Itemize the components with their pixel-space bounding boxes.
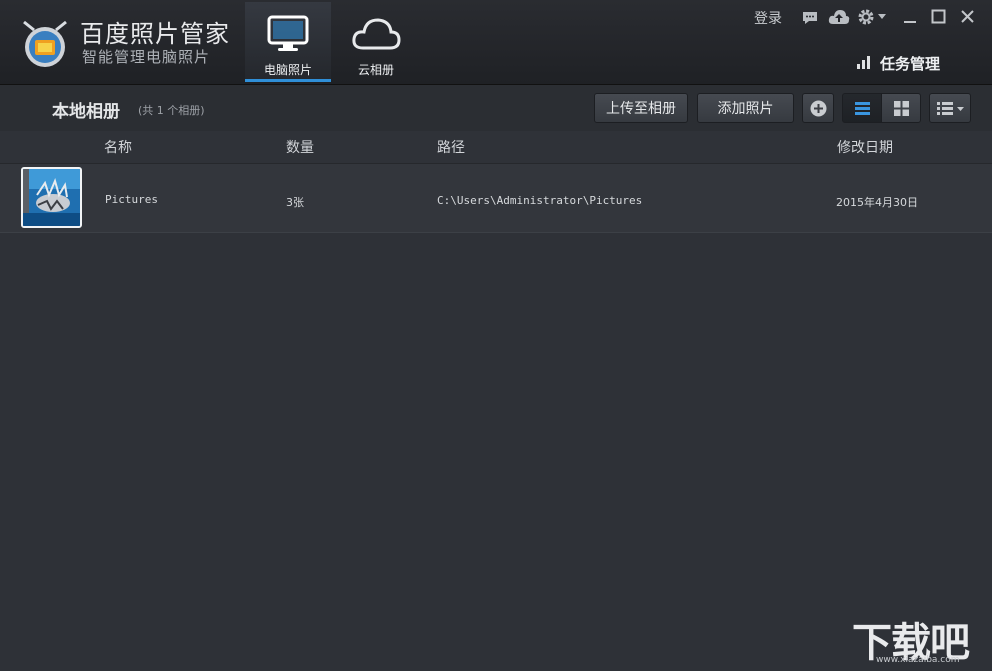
watermark-url: www.xiazaiba.com	[876, 655, 960, 665]
table-row[interactable]: Pictures 3张 C:\Users\Administrator\Pictu…	[0, 164, 992, 233]
plus-circle-icon	[810, 100, 827, 117]
album-thumbnail[interactable]	[21, 167, 82, 228]
maximize-icon[interactable]	[931, 9, 946, 24]
album-name: Pictures	[105, 193, 158, 206]
section-title: 本地相册	[52, 102, 120, 122]
album-toolbar: 本地相册 (共 1 个相册) 上传至相册 添加照片	[0, 85, 992, 131]
table-header: 名称 数量 路径 修改日期	[0, 131, 992, 164]
login-link[interactable]: 登录	[754, 8, 782, 28]
fish-photo-icon	[23, 169, 80, 226]
modified-date: 2015年4月30日	[836, 196, 918, 209]
tab-cloud-album[interactable]: 云相册	[333, 2, 419, 82]
column-header-path[interactable]: 路径	[437, 137, 465, 157]
close-icon[interactable]	[960, 9, 975, 24]
signal-bars-icon	[857, 56, 870, 69]
album-count: (共 1 个相册)	[138, 104, 205, 117]
tab-label: 云相册	[357, 63, 394, 77]
view-options-dropdown[interactable]	[929, 93, 971, 123]
task-manager-link[interactable]: 任务管理	[880, 53, 940, 74]
photo-count: 3张	[286, 196, 304, 209]
app-logo-icon	[23, 20, 67, 67]
app-title: 百度照片管家	[80, 20, 230, 48]
menu-dropdown-icon	[937, 102, 964, 115]
add-album-button[interactable]	[802, 93, 834, 123]
album-path: C:\Users\Administrator\Pictures	[437, 194, 643, 207]
minimize-icon[interactable]	[903, 10, 917, 24]
upload-to-album-button[interactable]: 上传至相册	[594, 93, 688, 123]
list-view-icon	[855, 102, 870, 115]
add-photo-button[interactable]: 添加照片	[697, 93, 794, 123]
app-subtitle: 智能管理电脑照片	[82, 48, 211, 66]
title-bar: 百度照片管家 智能管理电脑照片 电脑照片 云相册 登录 任务管理	[0, 0, 992, 85]
tab-label: 电脑照片	[263, 63, 312, 77]
message-icon[interactable]	[801, 10, 819, 26]
chevron-down-icon[interactable]	[878, 14, 886, 20]
monitor-icon	[267, 15, 309, 51]
cloud-icon	[352, 18, 401, 50]
gear-icon[interactable]	[857, 8, 875, 26]
watermark: 下载吧 www.xiazaiba.com	[852, 610, 982, 666]
cloud-upload-icon[interactable]	[828, 9, 850, 25]
column-header-name[interactable]: 名称	[104, 137, 132, 157]
tab-computer-photos[interactable]: 电脑照片	[245, 2, 331, 82]
grid-view-button[interactable]	[881, 93, 921, 123]
grid-view-icon	[894, 101, 909, 116]
column-header-date[interactable]: 修改日期	[837, 137, 893, 157]
list-view-button[interactable]	[842, 93, 882, 123]
column-header-count[interactable]: 数量	[286, 137, 314, 157]
